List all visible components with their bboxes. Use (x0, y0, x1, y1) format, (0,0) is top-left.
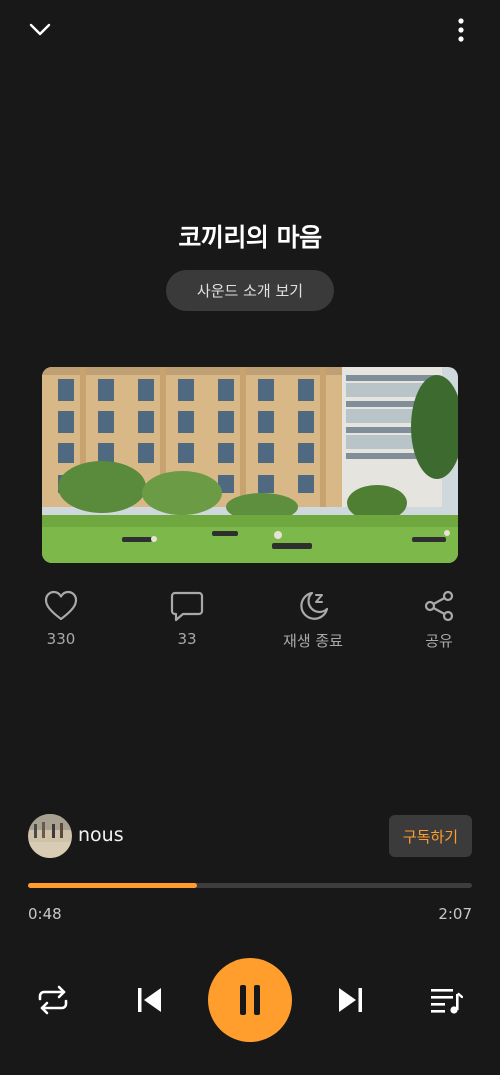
creator-avatar[interactable] (28, 814, 72, 858)
artwork-image (42, 367, 458, 563)
sleep-timer-button[interactable]: 재생 종료 (263, 590, 363, 660)
progress-bar[interactable] (28, 883, 472, 888)
share-button[interactable]: 공유 (389, 590, 489, 660)
share-icon (424, 590, 454, 622)
pause-icon (240, 985, 260, 1015)
playlist-icon (431, 989, 463, 1014)
comment-button[interactable]: 33 (137, 590, 237, 660)
comment-icon (170, 591, 204, 622)
current-time: 0:48 (28, 905, 62, 923)
repeat-button[interactable] (31, 980, 75, 1020)
comment-count: 33 (177, 630, 197, 648)
sleep-timer-label: 재생 종료 (283, 632, 343, 650)
heart-icon (44, 590, 78, 621)
skip-next-icon (339, 988, 362, 1012)
play-pause-button[interactable] (208, 958, 292, 1042)
subscribe-button[interactable]: 구독하기 (389, 815, 472, 857)
track-title: 코끼리의 마음 (178, 223, 322, 252)
total-time: 2:07 (438, 905, 472, 923)
sleep-timer-icon (300, 591, 329, 620)
like-button[interactable]: 330 (11, 590, 111, 660)
more-vertical-icon (458, 18, 464, 42)
share-label: 공유 (425, 632, 453, 650)
sound-intro-button[interactable]: 사운드 소개 보기 (166, 270, 334, 311)
next-button[interactable] (328, 980, 372, 1020)
playlist-button[interactable] (424, 980, 468, 1020)
more-options-button[interactable] (446, 12, 476, 48)
collapse-button[interactable] (20, 12, 60, 48)
skip-previous-icon (138, 988, 161, 1012)
like-count: 330 (46, 630, 76, 648)
previous-button[interactable] (128, 980, 172, 1020)
repeat-icon (38, 985, 68, 1015)
chevron-down-icon (29, 23, 51, 36)
progress-fill (28, 883, 197, 888)
creator-name[interactable]: nous (78, 824, 124, 846)
